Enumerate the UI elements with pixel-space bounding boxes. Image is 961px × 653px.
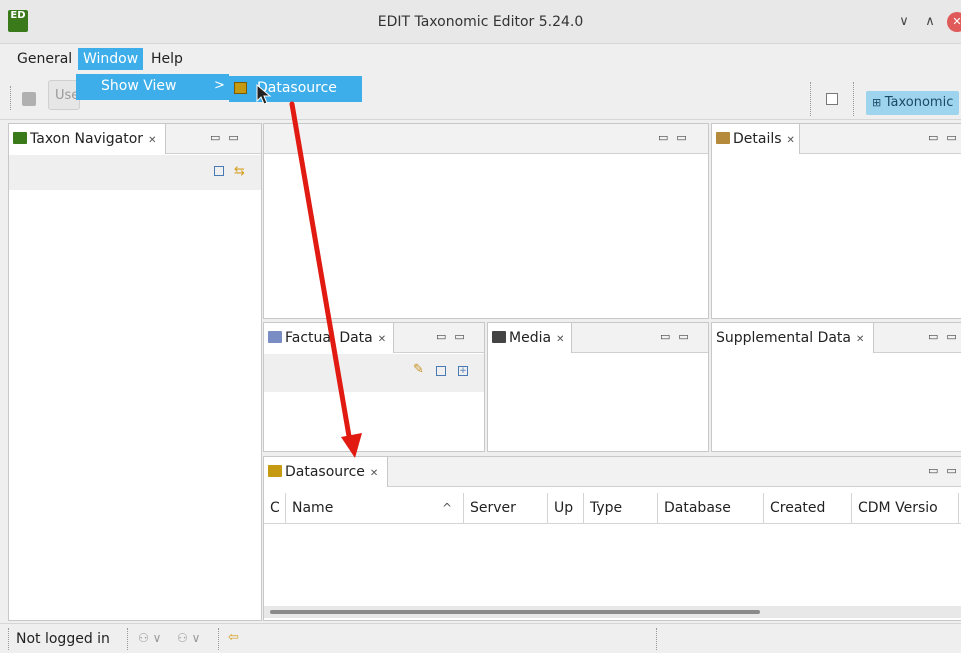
annotation-arrow <box>289 101 362 458</box>
